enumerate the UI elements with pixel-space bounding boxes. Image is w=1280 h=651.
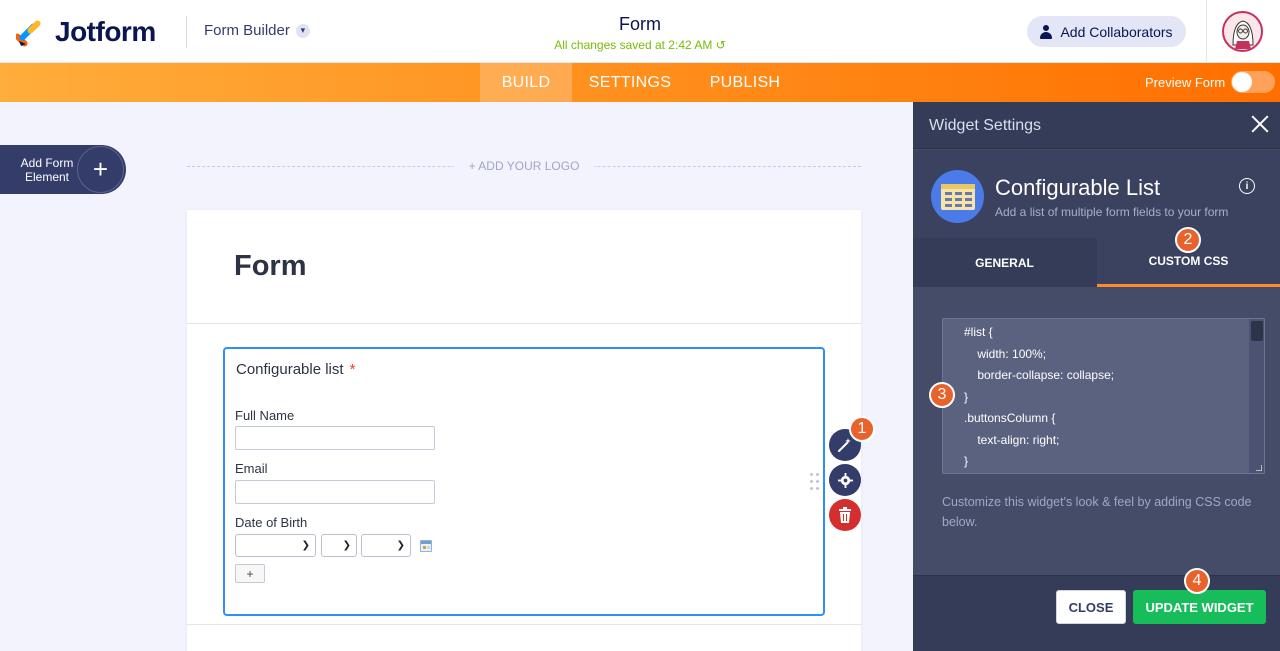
delete-button[interactable] xyxy=(829,499,861,531)
required-mark: * xyxy=(349,361,356,378)
jotform-logo[interactable]: Jotform xyxy=(16,16,156,48)
builder-nav: BUILD SETTINGS PUBLISH Preview Form xyxy=(0,63,1280,102)
tab-general[interactable]: GENERAL xyxy=(913,238,1096,287)
divider xyxy=(187,323,861,324)
full-name-input[interactable] xyxy=(235,426,435,450)
panel-title: Widget Settings xyxy=(929,117,1042,134)
widget-settings-panel: Widget Settings Configurable List Add a … xyxy=(913,102,1280,651)
configurable-list-field[interactable]: Configurable list * Full Name Email Date … xyxy=(223,347,825,616)
tab-settings[interactable]: SETTINGS xyxy=(582,63,678,102)
add-collaborators-label: Add Collaborators xyxy=(1060,23,1173,40)
scrollbar[interactable] xyxy=(1249,319,1264,473)
divider xyxy=(1206,0,1207,63)
settings-button[interactable] xyxy=(829,464,861,496)
code-line: .buttonsColumn { xyxy=(964,411,1056,425)
avatar-illustration xyxy=(1231,19,1254,49)
chevron-down-icon: ❯ xyxy=(396,540,405,551)
widget-description: Add a list of multiple form fields to yo… xyxy=(995,205,1229,219)
info-icon[interactable]: i xyxy=(1239,178,1255,194)
add-form-element-button[interactable]: Add Form Element + xyxy=(0,145,126,194)
chevron-down-icon: ❯ xyxy=(301,540,310,551)
add-form-element-label: Add Form Element xyxy=(20,156,74,184)
code-line: border-collapse: collapse; xyxy=(964,368,1115,382)
magic-wand-icon xyxy=(838,438,851,452)
drag-handle[interactable] xyxy=(810,473,820,491)
step-badge: 3 xyxy=(929,382,955,408)
preview-form-label: Preview Form xyxy=(1145,74,1226,90)
preview-form: Preview Form xyxy=(1145,71,1276,93)
step-badge: 2 xyxy=(1175,227,1201,253)
configurable-list-icon xyxy=(931,170,984,223)
chevron-down-icon: ❯ xyxy=(342,540,351,551)
divider xyxy=(186,16,187,48)
avatar[interactable] xyxy=(1222,11,1263,52)
code-line: #list { xyxy=(964,325,993,339)
trash-icon xyxy=(839,507,851,523)
form-title-area: Form All changes saved at 2:42 AM ↺ xyxy=(540,14,740,52)
day-select[interactable]: ❯ xyxy=(321,534,357,557)
resize-handle[interactable] xyxy=(1256,465,1262,471)
refresh-icon[interactable]: ↺ xyxy=(716,38,726,52)
save-status: All changes saved at 2:42 AM ↺ xyxy=(540,38,740,52)
form-builder-label: Form Builder xyxy=(204,22,290,39)
form-heading[interactable]: Form xyxy=(234,250,307,283)
form-title[interactable]: Form xyxy=(540,14,740,35)
close-icon[interactable] xyxy=(1249,113,1271,135)
widget-info: Configurable List Add a list of multiple… xyxy=(913,150,1280,238)
preview-form-toggle[interactable] xyxy=(1231,71,1276,93)
panel-footer: CLOSE UPDATE WIDGET xyxy=(913,575,1280,651)
jotform-logo-icon xyxy=(16,20,41,47)
user-icon xyxy=(1040,24,1053,39)
full-name-label: Full Name xyxy=(235,408,295,423)
close-button[interactable]: CLOSE xyxy=(1056,590,1126,624)
field-label[interactable]: Configurable list * xyxy=(236,361,355,378)
plus-icon: + xyxy=(77,146,124,193)
divider xyxy=(187,624,861,625)
date-of-birth-label: Date of Birth xyxy=(235,515,308,530)
email-label: Email xyxy=(235,461,268,476)
code-line: width: 100%; xyxy=(964,347,1047,361)
tab-build[interactable]: BUILD xyxy=(480,63,572,102)
gear-icon xyxy=(837,472,853,488)
code-line: text-align: right; xyxy=(964,433,1060,447)
chevron-down-icon: ▾ xyxy=(295,23,310,38)
update-widget-button[interactable]: UPDATE WIDGET xyxy=(1133,590,1266,624)
panel-header: Widget Settings xyxy=(913,102,1280,149)
brand-name: Jotform xyxy=(55,16,156,47)
widget-name: Configurable List xyxy=(995,175,1161,200)
month-select[interactable]: ❯ xyxy=(235,534,316,557)
step-badge: 4 xyxy=(1184,568,1210,594)
panel-tabs: GENERAL CUSTOM CSS xyxy=(913,238,1280,287)
field-label-text: Configurable list xyxy=(236,361,344,378)
code-line: } xyxy=(964,454,969,468)
add-collaborators-button[interactable]: Add Collaborators xyxy=(1027,16,1186,47)
tab-publish[interactable]: PUBLISH xyxy=(700,63,790,102)
code-line: } xyxy=(964,390,969,404)
step-badge: 1 xyxy=(849,416,875,442)
scrollbar-thumb[interactable] xyxy=(1251,321,1263,341)
add-row-button[interactable]: + xyxy=(235,564,265,583)
year-select[interactable]: ❯ xyxy=(361,534,411,557)
add-logo-link[interactable]: + ADD YOUR LOGO xyxy=(454,159,594,173)
top-bar: Jotform Form Builder ▾ Form All changes … xyxy=(0,0,1280,63)
email-input[interactable] xyxy=(235,480,435,504)
save-status-text: All changes saved at 2:42 AM xyxy=(554,38,713,52)
custom-css-editor[interactable]: #list { width: 100%; border-collapse: co… xyxy=(942,318,1265,474)
form-builder-dropdown[interactable]: Form Builder ▾ xyxy=(204,22,310,39)
calendar-icon[interactable] xyxy=(420,540,432,552)
help-text: Customize this widget's look & feel by a… xyxy=(942,495,1252,529)
